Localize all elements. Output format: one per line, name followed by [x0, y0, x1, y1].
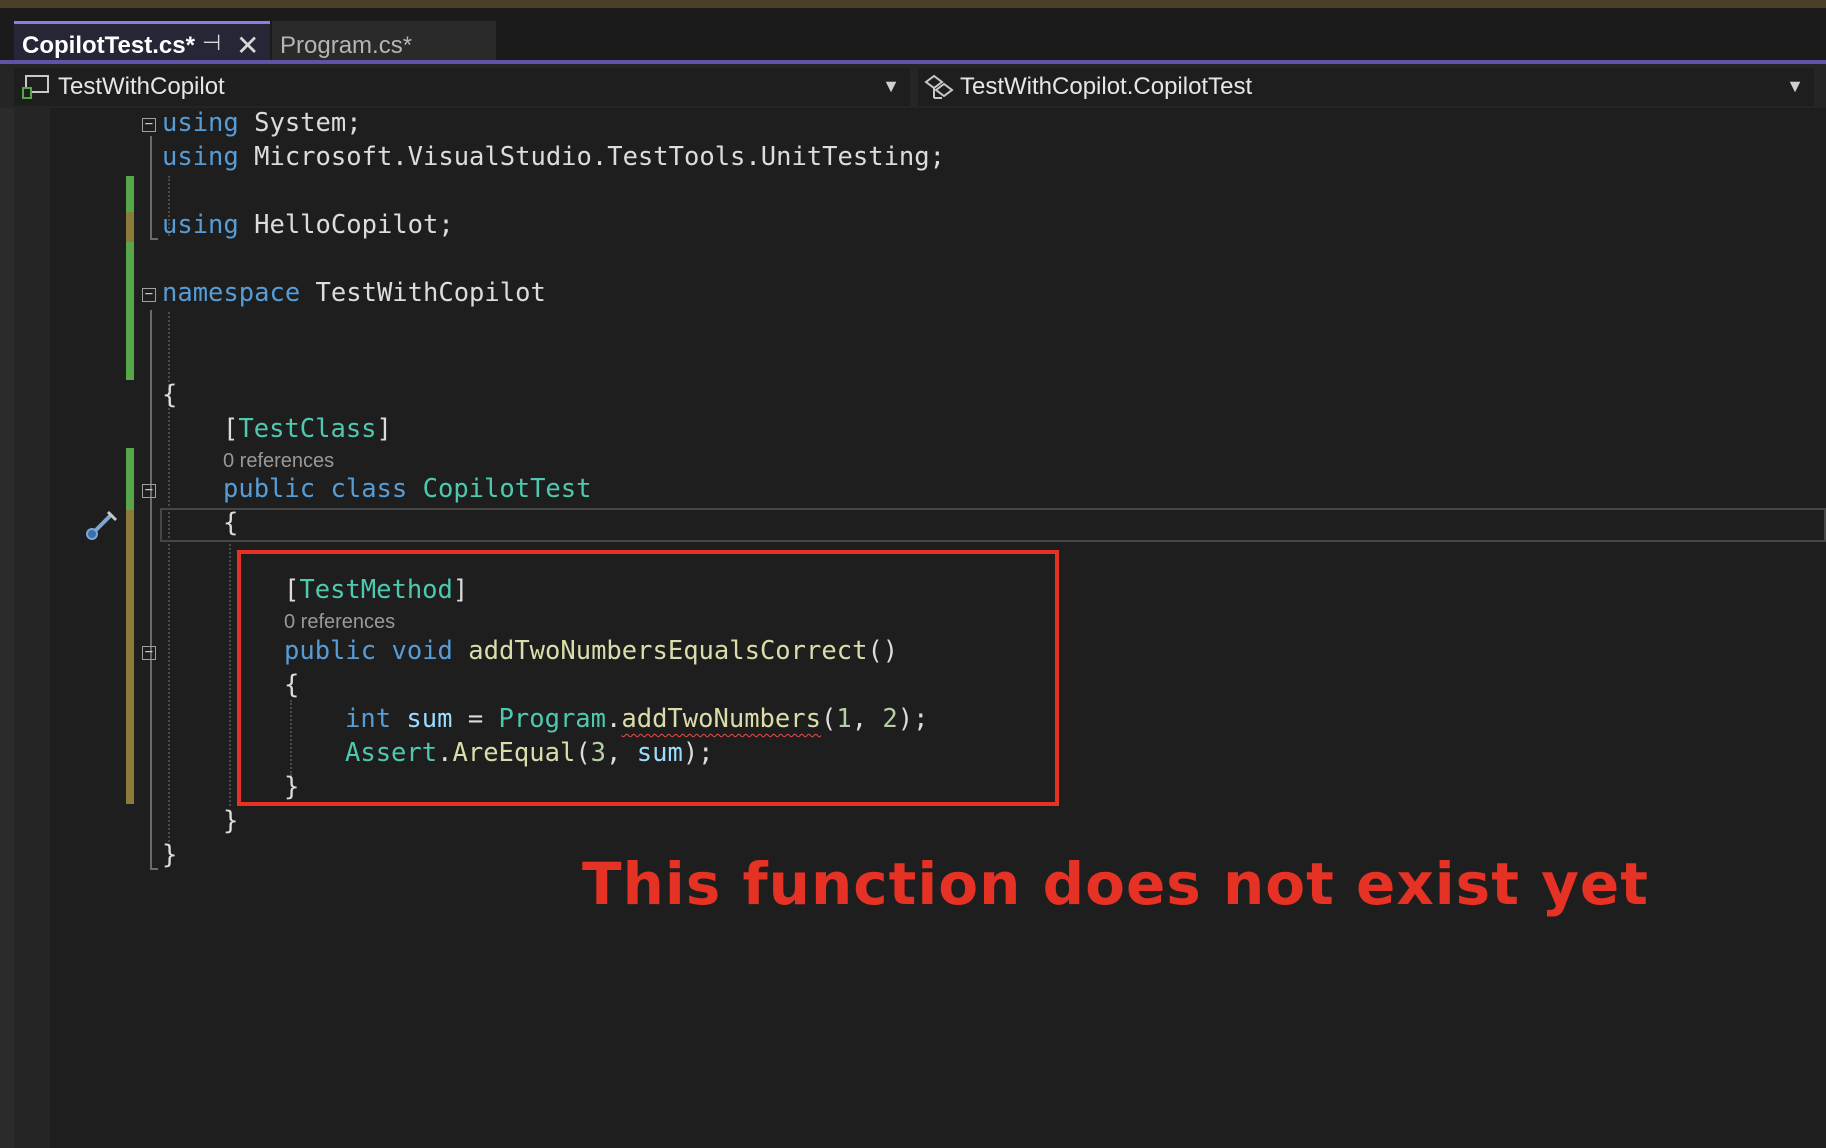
collapse-toggle-icon[interactable]: −: [142, 645, 156, 660]
collapse-toggle-icon[interactable]: −: [142, 287, 156, 302]
brace: }: [223, 806, 239, 836]
keyword: class: [330, 474, 408, 504]
pin-icon[interactable]: ⊣: [202, 30, 221, 56]
namespace-name: TestWithCopilot: [315, 278, 546, 308]
chevron-down-icon: ▼: [1786, 76, 1804, 96]
attribute-name: TestClass: [238, 414, 377, 444]
class-icon: [924, 74, 954, 99]
code-line-class-decl: public class CopilotTest: [223, 472, 592, 506]
code-line-class-close: }: [223, 804, 238, 838]
codelens-references[interactable]: 0 references: [223, 450, 334, 473]
chevron-down-icon: ▼: [882, 76, 900, 96]
keyword: using: [162, 108, 239, 138]
namespace-ref: Microsoft.VisualStudio.TestTools.UnitTes…: [254, 142, 945, 172]
class-name: CopilotTest: [422, 474, 592, 504]
project-dropdown[interactable]: TestWithCopilot ▼: [14, 68, 910, 106]
namespace-ref: HelloCopilot;: [254, 210, 454, 240]
tab-label: CopilotTest.cs*: [22, 32, 195, 59]
collapse-toggle-icon[interactable]: −: [142, 117, 156, 132]
keyword: using: [162, 142, 239, 172]
member-dropdown[interactable]: TestWithCopilot.CopilotTest ▼: [918, 68, 1814, 106]
glyph-margin: [14, 108, 50, 1148]
brace: }: [162, 840, 178, 870]
outline-guide: [229, 540, 231, 806]
outline-line: [150, 868, 158, 870]
code-line-class-open: {: [223, 506, 238, 540]
change-bar-unsaved: [126, 510, 134, 804]
code-line-namespace-close: }: [162, 838, 177, 872]
code-line-namespace: namespace TestWithCopilot: [162, 276, 546, 310]
collapse-toggle-icon[interactable]: −: [142, 483, 156, 498]
editor-left-margin: [0, 108, 14, 1148]
keyword: using: [162, 210, 239, 240]
bracket: [: [223, 414, 239, 444]
close-icon[interactable]: ✕: [236, 28, 259, 64]
annotation-highlight-box: [237, 550, 1059, 806]
navigation-bar: TestWithCopilot ▼ TestWithCopilot.Copilo…: [0, 64, 1826, 108]
outline-line: [150, 238, 158, 240]
outline-line: [150, 310, 152, 870]
change-bar-saved: [126, 448, 134, 510]
vs-editor-window: CopilotTest.cs* ⊣ ✕ Program.cs* TestWith…: [0, 0, 1826, 1148]
outline-line: [150, 136, 152, 240]
keyword: namespace: [162, 278, 301, 308]
namespace-ref: System;: [254, 108, 362, 138]
member-name: TestWithCopilot.CopilotTest: [960, 73, 1253, 100]
tab-label: Program.cs*: [280, 32, 413, 59]
change-bar-saved: [126, 176, 134, 380]
brace: {: [223, 508, 239, 538]
bracket: ]: [376, 414, 392, 444]
brace: {: [162, 380, 178, 410]
project-name: TestWithCopilot: [58, 73, 225, 100]
code-line-4: using HelloCopilot;: [162, 208, 454, 242]
annotation-caption: This function does not exist yet: [582, 850, 1649, 918]
document-tab-bar: CopilotTest.cs* ⊣ ✕ Program.cs*: [0, 8, 1826, 69]
code-line-testclass-attr: [TestClass]: [223, 412, 392, 446]
keyword: public: [223, 474, 316, 504]
code-line-open-brace: {: [162, 378, 177, 412]
change-bar-unsaved: [126, 212, 134, 242]
project-icon: [22, 75, 49, 99]
code-line-2: using Microsoft.VisualStudio.TestTools.U…: [162, 140, 945, 174]
current-line-highlight: [160, 508, 1826, 542]
code-line-1: using System;: [162, 106, 362, 140]
quick-actions-icon[interactable]: [84, 506, 120, 542]
title-strip: [0, 0, 1826, 8]
